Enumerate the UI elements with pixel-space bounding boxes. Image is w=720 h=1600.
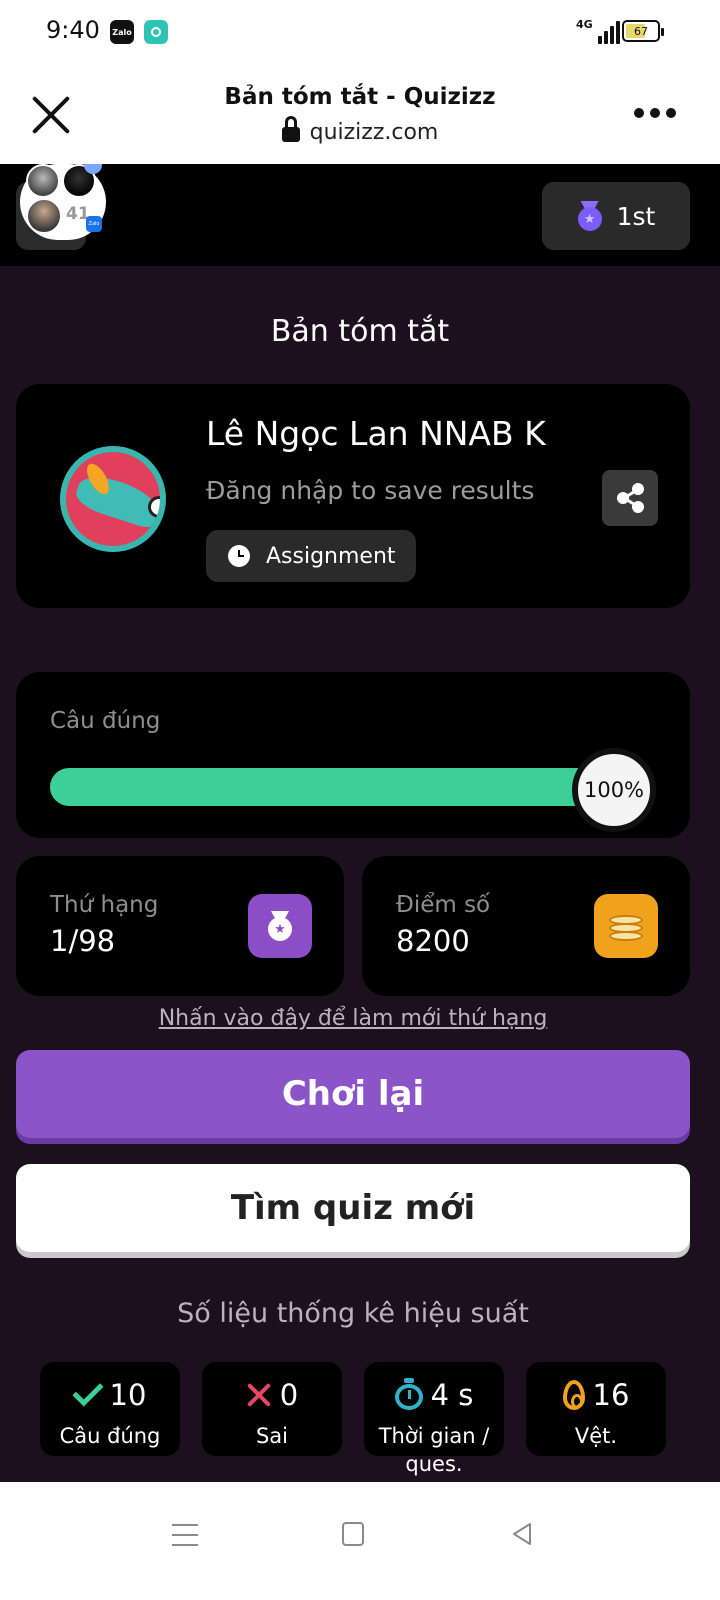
browser-toolbar: Bản tóm tắt - Quizizz quizizz.com	[0, 64, 720, 164]
status-bar: 9:40 Zalo 4G 67	[0, 0, 720, 64]
page-title: Bản tóm tắt - Quizizz	[224, 84, 496, 110]
player-card: Lê Ngọc Lan NNAB K Đăng nhập to save res…	[16, 384, 690, 608]
streak-value: 16	[592, 1378, 630, 1412]
url-text: quizizz.com	[309, 120, 439, 145]
rank-value: 1/98	[50, 924, 116, 958]
assignment-chip: Assignment	[206, 530, 416, 582]
time-per-question-caption: Thời gian / ques.	[378, 1424, 490, 1476]
x-icon	[246, 1382, 272, 1408]
chat-notification-icon	[144, 20, 168, 44]
battery-level: 67	[634, 24, 648, 38]
back-nav-button[interactable]	[510, 1522, 534, 1546]
streak-tile: 16 Vệt.	[526, 1362, 666, 1456]
avatar	[26, 164, 60, 198]
status-time: 9:40	[46, 16, 100, 44]
recent-apps-button[interactable]	[172, 1524, 198, 1546]
incorrect-count-caption: Sai	[255, 1424, 289, 1448]
accuracy-card: Câu đúng 100%	[16, 672, 690, 838]
incorrect-count-value: 0	[279, 1378, 299, 1412]
battery-icon: 67	[622, 20, 664, 42]
zalo-icon: Zalo	[86, 216, 102, 232]
player-name: Lê Ngọc Lan NNAB K	[206, 414, 546, 453]
network-type: 4G	[576, 18, 593, 31]
avatar	[26, 198, 62, 234]
lock-icon	[281, 115, 300, 143]
medal-icon: ★	[248, 894, 312, 958]
correct-count-caption: Câu đúng	[59, 1424, 161, 1448]
zalo-notification-icon: Zalo	[110, 20, 134, 44]
back-triangle-icon	[513, 1523, 531, 1545]
score-stat-card: Điểm số 8200	[362, 856, 690, 996]
rank-stat-card: Thứ hạng 1/98 ★	[16, 856, 344, 996]
home-button[interactable]	[342, 1522, 364, 1546]
play-again-button[interactable]: Chơi lại	[16, 1050, 690, 1138]
clock-icon	[228, 545, 250, 567]
assignment-label: Assignment	[266, 543, 396, 569]
medal-icon: ★	[577, 201, 603, 231]
player-avatar	[60, 446, 166, 552]
quiz-summary-screen: 41 Zalo ★ 1st Bản tóm tắt Lê Ngọc Lan NN…	[0, 164, 720, 1482]
correct-count-tile: 10 Câu đúng	[40, 1362, 180, 1456]
share-button[interactable]	[602, 470, 658, 526]
rank-label: Thứ hạng	[50, 892, 159, 918]
accuracy-progress-fill	[50, 768, 650, 806]
check-icon	[71, 1375, 104, 1407]
incorrect-count-tile: 0 Sai	[202, 1362, 342, 1456]
rank-badge[interactable]: ★ 1st	[542, 182, 690, 250]
streak-caption: Vệt.	[574, 1424, 618, 1448]
accuracy-percent-badge: 100%	[572, 748, 656, 832]
more-options-button[interactable]	[634, 108, 676, 118]
time-per-question-tile: 4 s Thời gian / ques.	[364, 1362, 504, 1476]
summary-title: Bản tóm tắt	[270, 314, 450, 349]
refresh-rank-link[interactable]: Nhấn vào đây để làm mới thứ hạng	[0, 1006, 706, 1031]
signal-icon: 4G	[576, 18, 620, 44]
performance-stats-title: Số liệu thống kê hiệu suất	[177, 1298, 529, 1329]
accuracy-progress-bar	[50, 768, 650, 806]
rank-badge-label: 1st	[616, 201, 656, 231]
accuracy-label: Câu đúng	[50, 708, 161, 734]
time-per-question-value: 4 s	[430, 1378, 474, 1412]
share-icon	[617, 483, 644, 513]
url-display[interactable]: quizizz.com	[0, 115, 720, 145]
flame-icon	[562, 1380, 585, 1410]
chat-head-bubble[interactable]: 41 Zalo	[20, 164, 106, 240]
system-navigation-bar	[0, 1482, 720, 1600]
score-label: Điểm số	[396, 892, 491, 918]
coins-icon	[594, 894, 658, 958]
login-hint[interactable]: Đăng nhập to save results	[206, 476, 534, 505]
timer-icon	[394, 1378, 423, 1410]
app-header: 41 Zalo ★ 1st	[0, 164, 720, 266]
correct-count-value: 10	[109, 1378, 147, 1412]
score-value: 8200	[396, 924, 470, 958]
find-new-quiz-button[interactable]: Tìm quiz mới	[16, 1164, 690, 1252]
